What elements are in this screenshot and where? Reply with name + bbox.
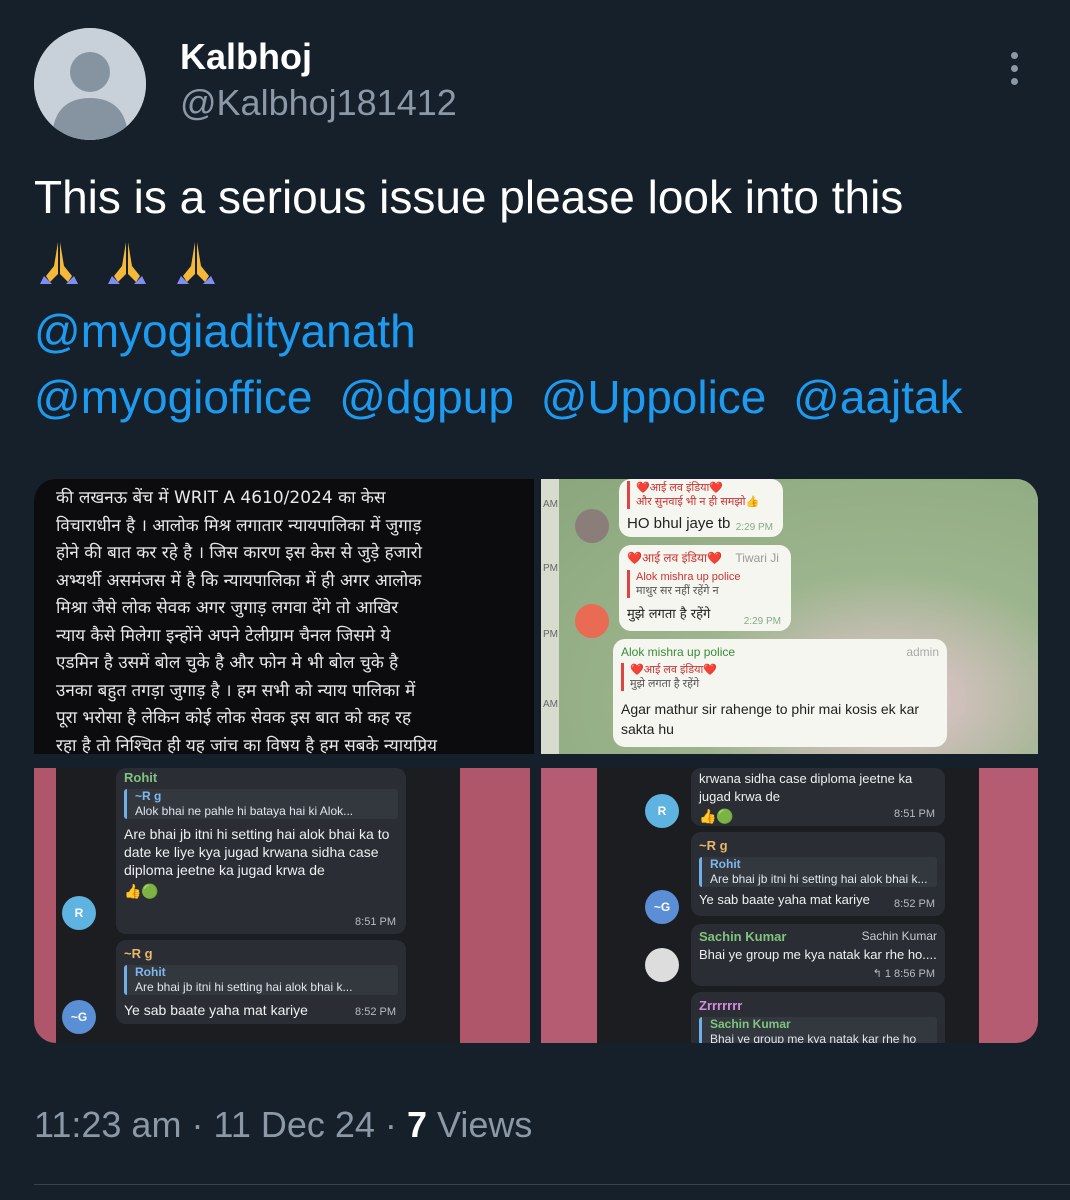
- media-image-hindi-text[interactable]: की लखनऊ बेंच में WRIT A 4610/2024 का केस…: [34, 479, 534, 754]
- avatar: R: [645, 794, 679, 828]
- sender-name: ~R g: [699, 838, 728, 853]
- more-options-icon[interactable]: [1002, 52, 1026, 92]
- avatar: [645, 948, 679, 982]
- side-timestamps: AM PM PM AM: [541, 479, 559, 754]
- message-time: 8:51 PM: [894, 808, 935, 820]
- message-time: 8:52 PM: [894, 898, 935, 910]
- avatar: [575, 604, 609, 638]
- mentions-line-2: @myogioffice @dgpup @Uppolice @aajtak: [34, 370, 977, 424]
- mention-link[interactable]: @myogioffice: [34, 370, 313, 424]
- chat-bubble: Alok mishra up police admin ❤️आई लव इंडि…: [613, 639, 947, 747]
- mention-link[interactable]: @dgpup: [339, 370, 514, 424]
- avatar: R: [62, 896, 96, 930]
- message-time: 2:29 PM: [735, 522, 773, 533]
- chat-bubble: ~R g Rohit Are bhai jb itni hi setting h…: [691, 832, 945, 916]
- hindi-line: न्याय कैसे मिलेगा इन्होंने अपने टेलीग्रा…: [56, 625, 391, 646]
- sender-name: Sachin Kumar: [699, 929, 787, 944]
- hindi-line: विचाराधीन है । आलोक मिश्र लगातार न्यायपा…: [56, 515, 422, 536]
- chat-bubble: ❤️आई लव इंडिया❤️ और सुनवाई भी न ही समझो👍…: [619, 479, 783, 537]
- sender-name: Alok mishra up police: [621, 645, 736, 659]
- views-count[interactable]: 7: [407, 1104, 427, 1145]
- quote-name: ❤️आई लव इंडिया❤️: [630, 664, 718, 676]
- quote-name: Rohit: [710, 857, 741, 871]
- hindi-line: होने की बात कर रहे है । जिस कारण इस केस …: [56, 543, 423, 563]
- quote-text: Are bhai jb itni hi setting hai alok bha…: [135, 980, 353, 994]
- message-text: Bhai ye group me kya natak kar rhe ho...…: [699, 947, 937, 962]
- avatar[interactable]: [34, 28, 146, 140]
- message-time: 8:52 PM: [355, 1006, 396, 1018]
- quote-name: Sachin Kumar: [710, 1017, 791, 1031]
- sender-tag: Sachin Kumar: [861, 929, 937, 943]
- media-image-chat-dark-1[interactable]: Rohit ~R g Alok bhai ne pahle hi bataya …: [34, 768, 530, 1043]
- mention-link[interactable]: @myogiadityanath: [34, 304, 416, 358]
- quote-text: Are bhai jb itni hi setting hai alok bha…: [710, 872, 928, 886]
- sender-name: ~R g: [124, 946, 153, 961]
- tweet-text: This is a serious issue please look into…: [34, 171, 904, 223]
- emoji-row: [34, 236, 235, 288]
- side-letter: PM: [543, 563, 558, 574]
- media-image-chat-light[interactable]: AM PM PM AM ❤️आई लव इंडिया❤️ और सुनवाई भ…: [541, 479, 1038, 754]
- quote-text: मुझे लगता है रहेंगे: [630, 678, 700, 690]
- quote-name: Rohit: [135, 965, 166, 979]
- avatar: ~G: [62, 1000, 96, 1034]
- message-time: 8:51 PM: [355, 916, 396, 928]
- reactions: 👍🟢: [124, 883, 159, 899]
- tweet-time[interactable]: 11:23 am: [34, 1104, 181, 1145]
- mention-link[interactable]: @Uppolice: [541, 370, 767, 424]
- message-text: Agar mathur sir rahenge to phir mai kosi…: [621, 701, 920, 737]
- mentions-line-1: @myogiadityanath: [34, 304, 430, 358]
- message-time: 2:29 PM: [743, 616, 781, 627]
- default-avatar-icon: [34, 28, 146, 140]
- user-handle[interactable]: @Kalbhoj181412: [180, 82, 457, 124]
- tweet-date[interactable]: 11 Dec 24: [213, 1104, 374, 1145]
- quote-text: माथुर सर नहीं रहेंगे न: [636, 585, 719, 597]
- hindi-line: की लखनऊ बेंच में WRIT A 4610/2024 का केस: [56, 488, 386, 508]
- hindi-text-block: की लखनऊ बेंच में WRIT A 4610/2024 का केस…: [56, 485, 518, 754]
- avatar: ~G: [645, 890, 679, 924]
- side-letter: AM: [543, 499, 558, 510]
- chat-bubble: ❤️आई लव इंडिया❤️ Tiwari Ji Alok mishra u…: [619, 545, 791, 631]
- media-image-chat-dark-2[interactable]: krwana sidha case diploma jeetne ka juga…: [541, 768, 1038, 1043]
- message-text: Are bhai jb itni hi setting hai alok bha…: [124, 826, 390, 878]
- admin-tag: admin: [906, 645, 939, 659]
- sender-name: ❤️आई लव इंडिया❤️: [627, 551, 723, 565]
- chat-bubble: Zrrrrrrr Sachin Kumar Bhai ye group me k…: [691, 992, 945, 1043]
- display-name[interactable]: Kalbhoj: [180, 36, 312, 78]
- folded-hands-emoji-icon: [108, 242, 147, 284]
- mention-link[interactable]: @aajtak: [793, 370, 962, 424]
- views-label[interactable]: Views: [437, 1104, 532, 1145]
- hindi-line: उनका बहुत तगड़ा जुगाड़ है । हम सभी को न्…: [56, 680, 416, 701]
- message-time: ↰ 1 8:56 PM: [872, 968, 935, 980]
- side-letter: AM: [543, 699, 558, 710]
- quote-line: ❤️आई लव इंडिया❤️: [636, 482, 724, 494]
- avatar: [575, 509, 609, 543]
- folded-hands-emoji-icon: [40, 242, 78, 284]
- quote-name: Alok mishra up police: [636, 571, 741, 583]
- hindi-line: पूरा भरोसा है लेकिन कोई लोक सेवक इस बात …: [56, 708, 412, 728]
- folded-hands-emoji-icon: [176, 242, 215, 284]
- chat-bubble: Sachin Kumar Sachin Kumar Bhai ye group …: [691, 924, 945, 986]
- sender-name: Rohit: [124, 770, 158, 785]
- chat-bubble: ~R g Rohit Are bhai jb itni hi setting h…: [116, 940, 406, 1024]
- tweet-meta: 11:23 am · 11 Dec 24 · 7 Views: [34, 1104, 532, 1146]
- chat-bubble: krwana sidha case diploma jeetne ka juga…: [691, 768, 945, 826]
- chat-bubble: Rohit ~R g Alok bhai ne pahle hi bataya …: [116, 768, 406, 934]
- message-text: krwana sidha case diploma jeetne ka juga…: [699, 771, 913, 804]
- hindi-line: अभ्यर्थी असमंजस में है कि न्यायपालिका मे…: [56, 570, 422, 591]
- sender-tag: Tiwari Ji: [735, 551, 779, 565]
- hindi-line: रहा है तो निश्चित ही यह जांच का विषय है …: [56, 735, 437, 755]
- divider: [34, 1184, 1070, 1185]
- separator: ·: [384, 1104, 397, 1145]
- media-grid: की लखनऊ बेंच में WRIT A 4610/2024 का केस…: [34, 479, 1038, 1043]
- quote-text: Bhai ye group me kya natak kar rhe ho: [710, 1032, 917, 1043]
- hindi-line: एडमिन है उसमें बोल चुके है और फोन मे भी …: [56, 653, 399, 673]
- sender-name: Zrrrrrrr: [699, 998, 743, 1013]
- side-letter: PM: [543, 629, 558, 640]
- quote-name: ~R g: [135, 789, 162, 803]
- quote-text: Alok bhai ne pahle hi bataya hai ki Alok…: [135, 804, 354, 818]
- separator: ·: [191, 1104, 204, 1145]
- hindi-line: मिश्रा जैसे लोक सेवक अगर जुगाड़ लगवा दें…: [56, 598, 399, 618]
- quote-line: और सुनवाई भी न ही समझो👍: [636, 496, 760, 508]
